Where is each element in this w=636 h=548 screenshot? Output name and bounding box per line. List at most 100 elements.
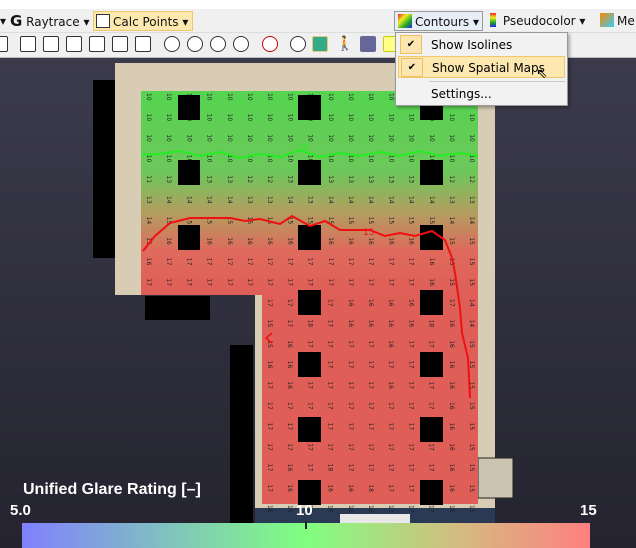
grid-value: 15 — [448, 237, 455, 245]
grid-value: 14 — [468, 217, 475, 225]
grid-value: 17 — [266, 402, 273, 410]
grid-value: 16 — [286, 361, 293, 369]
walk-icon[interactable]: 🚶 — [336, 36, 353, 52]
grid-value: 17 — [367, 340, 374, 348]
grid-value: 14 — [226, 196, 233, 204]
view-cube-icon[interactable] — [89, 36, 105, 52]
view-icon[interactable] — [0, 36, 8, 52]
grid-value: 10 — [286, 134, 293, 142]
grid-value: 13 — [165, 175, 172, 183]
grid-value: 10 — [266, 93, 273, 101]
grid-value: 10 — [327, 134, 334, 142]
fly-icon[interactable] — [360, 36, 376, 52]
grid-value: 13 — [468, 196, 475, 204]
grid-value: 17 — [327, 278, 334, 286]
isoline-15-label: 15 — [363, 228, 375, 238]
grid-value: 17 — [327, 361, 334, 369]
grid-value: 16 — [286, 381, 293, 389]
grid-value: 14 — [387, 196, 394, 204]
more-button[interactable]: Me — [600, 11, 635, 31]
grid-value: 17 — [306, 381, 313, 389]
grid-value: 17 — [407, 381, 414, 389]
zoom-icon[interactable] — [290, 36, 306, 52]
dropdown-arrow[interactable]: ▾ — [0, 11, 6, 31]
grid-value: 17 — [307, 278, 314, 286]
grid-value: 14 — [165, 196, 172, 204]
grid-value: 17 — [428, 505, 435, 513]
grid-value: 15 — [347, 217, 354, 225]
grid-value: 12 — [468, 175, 475, 183]
grid-value: 15 — [468, 443, 475, 451]
render-mode-icon[interactable] — [210, 36, 226, 52]
grid-value: 17 — [428, 464, 435, 472]
grid-value: 16 — [387, 320, 394, 328]
grid-value: 15 — [468, 258, 475, 266]
grid-value: 17 — [367, 402, 374, 410]
menu-item-show-spatial-maps[interactable]: ✔ Show Spatial Maps ⇖ — [398, 56, 565, 82]
contours-button[interactable]: Contours ▾ — [394, 11, 484, 31]
view-cube-icon[interactable] — [135, 36, 151, 52]
grid-value: 10 — [185, 134, 192, 142]
room-scene: 10 10 10 10 10 10 10 10 10 10 10 10 10 10 10 10 10 10 10 10… — [93, 63, 514, 528]
view-cube-icon[interactable] — [20, 36, 36, 52]
grid-value: 17 — [185, 278, 192, 286]
grid-value: 17 — [327, 320, 334, 328]
grid-value: 10 — [347, 155, 354, 163]
grid-value: 17 — [347, 340, 354, 348]
grid-value: 17 — [407, 464, 414, 472]
grid-value: 16 — [347, 237, 354, 245]
3d-viewport[interactable]: 10 10 10 10 10 10 10 10 10 10 10 10 10 10 10 10 10 10 10 10… — [0, 58, 636, 548]
grid-value: 17 — [266, 299, 273, 307]
grid-value: 17 — [367, 258, 374, 266]
grid-value: 17 — [407, 402, 414, 410]
menu-item-settings[interactable]: Settings... — [398, 83, 565, 105]
render-mode-icon[interactable] — [233, 36, 249, 52]
view-cube-icon[interactable] — [66, 36, 82, 52]
view-cube-icon[interactable] — [43, 36, 59, 52]
grid-value: 16 — [408, 237, 415, 245]
grid-value: 17 — [226, 278, 233, 286]
grid-value: 10 — [246, 114, 253, 122]
grid-value: 17 — [407, 423, 414, 431]
grid-value: 17 — [347, 443, 354, 451]
grid-value: 10 — [145, 93, 152, 101]
grid-value: 14 — [327, 196, 334, 204]
raytrace-button[interactable]: G Raytrace ▾ — [10, 11, 90, 31]
view-cube-icon[interactable] — [112, 36, 128, 52]
grid-value: 17 — [306, 464, 313, 472]
grid-value: 10 — [448, 134, 455, 142]
menu-item-show-isolines[interactable]: ✔ Show Isolines — [398, 34, 565, 56]
grid-value: 16 — [367, 237, 374, 245]
pseudocolor-button[interactable]: Pseudocolor ▾ — [490, 11, 585, 31]
grid-value: 15 — [468, 423, 475, 431]
grid-value: 10 — [226, 114, 233, 122]
grid-value: 17 — [286, 423, 293, 431]
orbit-icon[interactable] — [312, 36, 328, 52]
render-mode-icon[interactable] — [187, 36, 203, 52]
grid-value: 17 — [347, 258, 354, 266]
grid-value: 17 — [206, 258, 213, 266]
target-zoom-icon[interactable] — [262, 36, 278, 52]
grid-value: 15 — [468, 340, 475, 348]
grid-value: 13 — [408, 175, 415, 183]
grid-value: 17 — [327, 258, 334, 266]
grid-value: 10 — [408, 155, 415, 163]
grid-value: 17 — [266, 443, 273, 451]
grid-value: 14 — [428, 196, 435, 204]
grid-value: 18 — [428, 320, 435, 328]
grid-value: 16 — [347, 505, 354, 513]
grid-value: 10 — [367, 114, 374, 122]
grid-value: 15 — [468, 278, 475, 286]
calc-points-button[interactable]: Calc Points ▾ — [93, 11, 194, 31]
grid-value: 17 — [306, 443, 313, 451]
grid-value: 17 — [387, 402, 394, 410]
grid-value: 16 — [448, 484, 455, 492]
grid-value: 10 — [145, 155, 152, 163]
grid-value: 15 — [408, 217, 415, 225]
render-mode-icon[interactable] — [164, 36, 180, 52]
grid-value: 16 — [367, 320, 374, 328]
grid-value: 17 — [367, 361, 374, 369]
grid-value: 16 — [367, 299, 374, 307]
grid-value: 17 — [165, 278, 172, 286]
grid-value: 17 — [266, 258, 273, 266]
